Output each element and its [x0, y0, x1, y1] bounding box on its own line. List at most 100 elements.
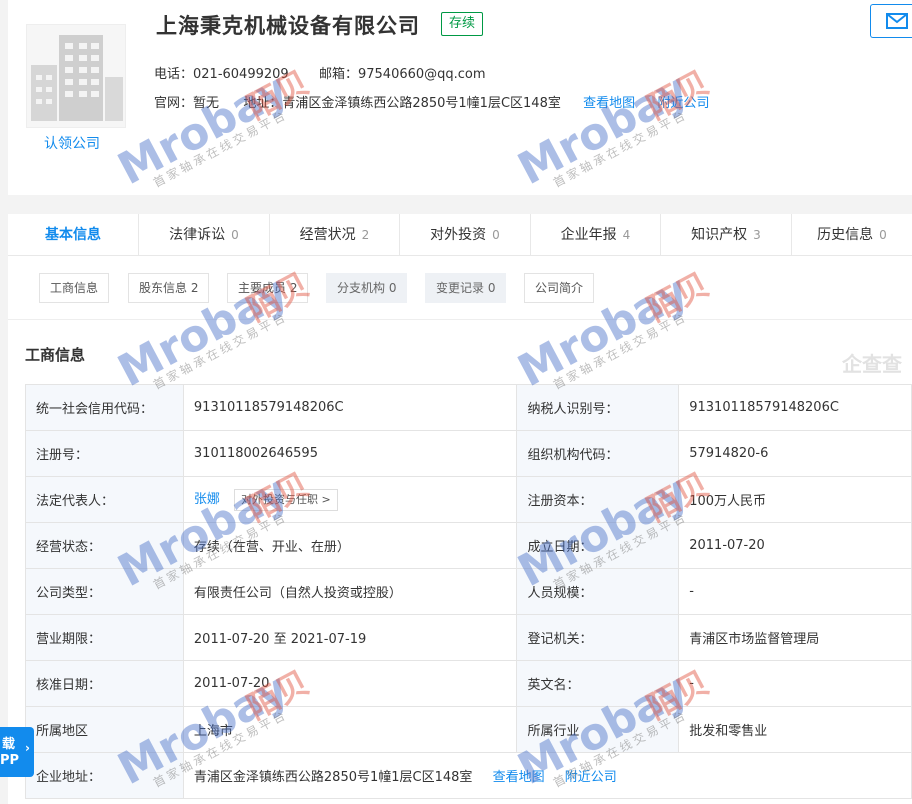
- download-label: PP: [0, 753, 20, 768]
- field-label: 公司类型：: [25, 568, 184, 615]
- qcc-watermark: 企查查: [842, 352, 902, 376]
- field-label: 所属行业: [516, 706, 680, 753]
- building-icon: [31, 35, 123, 121]
- claim-company-link[interactable]: 认领公司: [44, 133, 100, 153]
- field-value: 2011-07-20: [182, 660, 518, 707]
- subtab-change-records[interactable]: 变更记录 0: [425, 273, 507, 303]
- field-label: 组织机构代码：: [516, 430, 680, 477]
- website-label: 官网：: [154, 96, 194, 111]
- company-logo: [26, 24, 126, 128]
- field-label: 所属地区: [25, 706, 184, 753]
- investment-positions-button[interactable]: 对外投资与任职 >: [234, 489, 338, 511]
- subtab-members[interactable]: 主要成员 2: [227, 273, 309, 303]
- chevron-right-icon: ›: [25, 741, 30, 755]
- field-label: 英文名：: [516, 660, 680, 707]
- field-value: 2011-07-20 至 2021-07-19: [182, 614, 518, 661]
- tab-label: 基本信息: [45, 227, 101, 243]
- download-app-tab[interactable]: 载 PP ›: [0, 727, 34, 777]
- table-row: 所属地区 上海市 所属行业 批发和零售业: [25, 706, 912, 753]
- field-value: 91310118579148206C: [678, 384, 912, 431]
- download-label: 载: [2, 737, 16, 752]
- tab-label: 法律诉讼: [169, 227, 226, 243]
- field-label: 登记机关：: [516, 614, 680, 661]
- subtab-shareholders[interactable]: 股东信息 2: [128, 273, 210, 303]
- field-value: 57914820-6: [678, 430, 912, 477]
- field-label: 企业地址：: [25, 752, 184, 799]
- tab-operations[interactable]: 经营状况 2: [270, 214, 400, 256]
- status-badge: 存续: [441, 12, 484, 36]
- view-map-link[interactable]: 查看地图: [493, 770, 545, 785]
- field-label: 人员规模：: [516, 568, 680, 615]
- field-value: 2011-07-20: [678, 522, 912, 569]
- tab-count: 2: [361, 228, 370, 242]
- field-value: 91310118579148206C: [182, 384, 518, 431]
- tab-count: 0: [879, 228, 887, 242]
- field-label: 注册号：: [25, 430, 184, 477]
- phone-value: 021-60499209: [193, 67, 289, 82]
- field-label: 注册资本：: [516, 476, 680, 523]
- field-value: 存续（在营、开业、在册）: [182, 522, 518, 569]
- field-label: 法定代表人：: [25, 476, 184, 523]
- field-label: 纳税人识别号：: [516, 384, 680, 431]
- tab-annual-report[interactable]: 企业年报 4: [531, 214, 661, 256]
- tab-count: 0: [492, 228, 500, 242]
- legal-rep-cell: 张娜 对外投资与任职 >: [182, 476, 518, 523]
- sub-tabs: 工商信息 股东信息 2 主要成员 2 分支机构 0 变更记录 0 公司简介: [8, 256, 912, 320]
- tab-legal[interactable]: 法律诉讼 0: [139, 214, 270, 256]
- field-value: 有限责任公司（自然人投资或控股）: [182, 568, 518, 615]
- tab-ip[interactable]: 知识产权 3: [661, 214, 792, 256]
- subtab-business-info[interactable]: 工商信息: [39, 273, 110, 303]
- table-row: 营业期限： 2011-07-20 至 2021-07-19 登记机关： 青浦区市…: [25, 614, 912, 661]
- field-value: 上海市: [182, 706, 518, 753]
- field-value: 青浦区金泽镇练西公路2850号1幢1层C区148室: [193, 770, 473, 785]
- table-row: 统一社会信用代码： 91310118579148206C 纳税人识别号： 913…: [25, 384, 912, 431]
- tab-label: 经营状况: [299, 227, 356, 243]
- phone-label: 电话：: [154, 67, 194, 82]
- table-row: 注册号： 310118002646595 组织机构代码： 57914820-6: [25, 430, 912, 477]
- field-label: 成立日期：: [516, 522, 680, 569]
- tab-history[interactable]: 历史信息 0: [792, 214, 912, 256]
- contact-row: 电话：021-60499209 邮箱：97540660@qq.com: [154, 63, 486, 82]
- email-label: 邮箱：: [318, 67, 358, 82]
- section-title: 工商信息: [25, 346, 86, 364]
- main-content: 工商信息 股东信息 2 主要成员 2 分支机构 0 变更记录 0 公司简介 工商…: [8, 256, 912, 804]
- field-value: -: [678, 660, 912, 707]
- nearby-companies-link[interactable]: 附近公司: [565, 770, 617, 785]
- tab-basic-info[interactable]: 基本信息: [8, 214, 139, 256]
- field-label: 经营状态：: [25, 522, 184, 569]
- tab-count: 3: [753, 228, 761, 242]
- tab-label: 企业年报: [560, 227, 617, 243]
- nearby-companies-link[interactable]: 附近公司: [657, 96, 709, 111]
- tab-count: 4: [622, 228, 631, 242]
- subtab-company-intro[interactable]: 公司简介: [524, 273, 595, 303]
- table-row: 经营状态： 存续（在营、开业、在册） 成立日期： 2011-07-20: [25, 522, 912, 569]
- field-label: 营业期限：: [25, 614, 184, 661]
- field-label: 统一社会信用代码：: [25, 384, 184, 431]
- tab-label: 知识产权: [691, 227, 748, 243]
- main-tabs: 基本信息 法律诉讼 0 经营状况 2 对外投资 0 企业年报 4 知识产权 3 历史信息 0: [8, 214, 912, 256]
- field-value: 批发和零售业: [678, 706, 912, 753]
- tab-investment[interactable]: 对外投资 0: [400, 214, 531, 256]
- business-info-table: 统一社会信用代码： 91310118579148206C 纳税人识别号： 913…: [25, 384, 912, 799]
- field-value: 100万人民币: [678, 476, 912, 523]
- mail-icon: [886, 13, 908, 29]
- field-value: 310118002646595: [182, 430, 518, 477]
- address-value: 青浦区金泽镇练西公路2850号1幢1层C区148室: [282, 96, 561, 111]
- tab-label: 对外投资: [430, 227, 487, 243]
- subtab-branches[interactable]: 分支机构 0: [326, 273, 408, 303]
- view-map-link[interactable]: 查看地图: [583, 96, 635, 111]
- tab-count: 0: [231, 228, 239, 242]
- email-value: 97540660@qq.com: [357, 67, 486, 82]
- field-label: 核准日期：: [25, 660, 184, 707]
- field-value: 青浦区市场监督管理局: [678, 614, 912, 661]
- company-name: 上海秉克机械设备有限公司: [156, 14, 420, 38]
- legal-rep-link[interactable]: 张娜: [194, 492, 220, 507]
- address-label: 地址：: [243, 96, 283, 111]
- company-header: 认领公司 上海秉克机械设备有限公司 存续 电话：021-60499209 邮箱：…: [8, 0, 912, 195]
- mail-button[interactable]: [870, 4, 912, 38]
- website-value: 暂无: [193, 96, 220, 111]
- website-address-row: 官网：暂无 地址：青浦区金泽镇练西公路2850号1幢1层C区148室 查看地图 …: [154, 92, 709, 111]
- table-row: 法定代表人： 张娜 对外投资与任职 > 注册资本： 100万人民币: [25, 476, 912, 523]
- table-row: 公司类型： 有限责任公司（自然人投资或控股） 人员规模： -: [25, 568, 912, 615]
- tab-label: 历史信息: [817, 227, 874, 243]
